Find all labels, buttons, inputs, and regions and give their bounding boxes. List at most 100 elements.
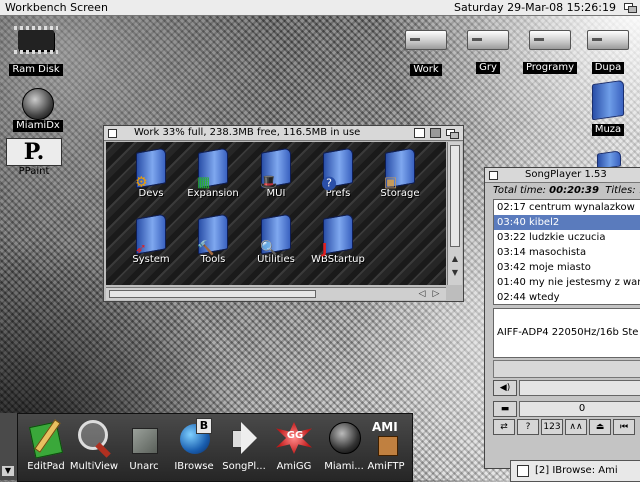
- ppaint-icon[interactable]: P. PPaint: [4, 138, 64, 178]
- task-button-ibrowse[interactable]: [2] IBrowse: Ami: [510, 460, 640, 482]
- system-drawer[interactable]: ➶ System: [119, 213, 183, 265]
- dock-item-amiftp[interactable]: AMI AmiFTP: [360, 418, 412, 472]
- window-icon: [517, 465, 529, 477]
- list-item[interactable]: 02:44 wtedy: [494, 290, 640, 304]
- drawer-icon: 🎩: [260, 147, 291, 190]
- shuffle-button[interactable]: ⇄: [493, 419, 515, 435]
- dock-item-songplayer[interactable]: SongPl...: [218, 418, 270, 472]
- drawer-icon: ?: [322, 147, 353, 191]
- expansion-drawer[interactable]: ▦ Expansion: [181, 147, 245, 199]
- songplayer-window[interactable]: SongPlayer 1.53 Total time: 00:20:39 Tit…: [484, 167, 640, 469]
- work-window-title: Work 33% full, 238.3MB free, 116.5MB in …: [134, 127, 361, 138]
- list-item[interactable]: 01:40 my nie jestesmy z wami: [494, 275, 640, 290]
- mui-drawer[interactable]: 🎩 MUI: [244, 147, 308, 199]
- screen-title-bar: Workbench Screen Saturday 29-Mar-08 15:2…: [0, 0, 640, 16]
- dock-item-ibrowse[interactable]: B IBrowse: [168, 418, 220, 472]
- volume-icon[interactable]: ◀): [493, 380, 517, 396]
- list-item[interactable]: 03:40 kibel2: [494, 215, 640, 230]
- speaker-icon: [224, 418, 264, 458]
- hard-drive-icon: [587, 30, 629, 50]
- dupa-drive-icon[interactable]: Dupa: [586, 30, 630, 74]
- hard-drive-icon: [467, 30, 509, 50]
- scroll-right-icon[interactable]: ▷: [430, 288, 442, 300]
- task-label: [2] IBrowse: Ami: [535, 465, 618, 476]
- screen-depth-icon[interactable]: [623, 2, 637, 13]
- tools-drawer[interactable]: 🔨 Tools: [181, 213, 245, 265]
- close-icon[interactable]: [489, 171, 498, 180]
- utilities-drawer[interactable]: 🔍 Utilities: [244, 213, 308, 265]
- ram-chip-icon: [14, 26, 58, 54]
- muza-folder-icon[interactable]: Muza: [586, 79, 630, 136]
- previous-button[interactable]: ⏮: [613, 419, 635, 435]
- songplayer-titlebar[interactable]: SongPlayer 1.53: [485, 168, 640, 183]
- box-icon: [124, 418, 164, 458]
- position-slider[interactable]: [493, 360, 640, 378]
- magnifier-icon: [74, 418, 114, 458]
- amiftp-icon: AMI: [366, 418, 406, 458]
- wbstartup-drawer[interactable]: J WBStartup: [306, 213, 370, 265]
- dock-toggle-icon[interactable]: ▼: [2, 466, 14, 476]
- folder-icon: [592, 79, 624, 121]
- counter-field[interactable]: 0: [519, 401, 640, 417]
- drawer-icon: ➶: [135, 213, 166, 257]
- scroll-down-icon[interactable]: ▼: [450, 268, 460, 277]
- miamidx-icon[interactable]: MiamiDx: [10, 88, 66, 132]
- drawer-icon: J: [322, 213, 353, 257]
- drawer-icon: 🔍: [260, 213, 291, 256]
- playlist[interactable]: 02:17 centrum wynalazkow 03:40 kibel2 03…: [493, 199, 640, 305]
- close-icon[interactable]: [108, 129, 117, 138]
- vertical-scrollbar[interactable]: ▲ ▼: [447, 142, 462, 285]
- amigg-icon: GG: [274, 418, 314, 458]
- drawer-icon: ▦: [197, 147, 228, 191]
- hard-drive-icon: [529, 30, 571, 50]
- scroll-left-icon[interactable]: ◁: [416, 288, 428, 300]
- iconify-icon[interactable]: [430, 128, 441, 138]
- vertical-scroll-knob[interactable]: [450, 145, 460, 247]
- list-item[interactable]: 03:22 ludzkie uczucia: [494, 230, 640, 245]
- format-info: AIFF-ADP4 22050Hz/16b Ste: [493, 308, 640, 358]
- list-item[interactable]: 03:42 moje miasto: [494, 260, 640, 275]
- devs-drawer[interactable]: ⚙ Devs: [119, 147, 183, 199]
- gry-drive-icon[interactable]: Gry: [466, 30, 510, 74]
- ppaint-logo-icon: P.: [6, 138, 62, 166]
- screen-title: Workbench Screen: [5, 1, 108, 14]
- folder-partial-icon[interactable]: [592, 150, 626, 170]
- work-window-content: ⚙ Devs ▦ Expansion 🎩 MUI ? Prefs ▣ Stora…: [106, 142, 446, 285]
- numbers-button[interactable]: 123: [541, 419, 563, 435]
- eject-button[interactable]: ⏏: [589, 419, 611, 435]
- volume-slider[interactable]: [519, 380, 640, 396]
- storage-drawer[interactable]: ▣ Storage: [368, 147, 432, 199]
- list-item[interactable]: 02:17 centrum wynalazkow: [494, 200, 640, 215]
- scroll-up-icon[interactable]: ▲: [450, 254, 460, 263]
- drawer-icon: 🔨: [197, 213, 228, 256]
- drawer-icon: ▣: [384, 147, 415, 191]
- dock-handle[interactable]: ▼: [0, 413, 18, 480]
- dock: EditPad MultiView Unarc B IBrowse SongPl…: [17, 413, 413, 482]
- globe-browser-icon: B: [174, 418, 214, 458]
- horizontal-scroll-knob[interactable]: [109, 290, 316, 298]
- miami-icon: [324, 418, 364, 458]
- dock-item-amigg[interactable]: GG AmiGG: [268, 418, 320, 472]
- wave-button[interactable]: ∧∧: [565, 419, 587, 435]
- ram-disk-icon[interactable]: Ram Disk: [8, 26, 64, 76]
- hard-drive-icon: [405, 30, 447, 50]
- work-window-titlebar[interactable]: Work 33% full, 238.3MB free, 116.5MB in …: [104, 126, 463, 141]
- horizontal-scrollbar[interactable]: ◁ ▷: [106, 287, 446, 300]
- prefs-drawer[interactable]: ? Prefs: [306, 147, 370, 199]
- editpad-icon: [26, 418, 66, 459]
- depth-icon[interactable]: [445, 128, 459, 139]
- dock-item-multiview[interactable]: MultiView: [68, 418, 120, 472]
- eject-icon[interactable]: ▬: [493, 401, 517, 417]
- programy-drive-icon[interactable]: Programy: [522, 30, 578, 74]
- work-window[interactable]: Work 33% full, 238.3MB free, 116.5MB in …: [103, 125, 464, 302]
- list-item[interactable]: 03:14 masochista: [494, 245, 640, 260]
- songplayer-title: SongPlayer 1.53: [525, 169, 607, 180]
- globe-icon: [22, 88, 54, 120]
- help-button[interactable]: ?: [517, 419, 539, 435]
- dock-item-unarc[interactable]: Unarc: [118, 418, 170, 472]
- playlist-summary: Total time: 00:20:39 Titles: 7: [493, 185, 640, 196]
- work-drive-icon[interactable]: Work: [404, 30, 448, 76]
- clock: Saturday 29-Mar-08 15:26:19: [454, 1, 616, 14]
- dock-item-editpad[interactable]: EditPad: [20, 418, 72, 472]
- zoom-icon[interactable]: [414, 128, 425, 138]
